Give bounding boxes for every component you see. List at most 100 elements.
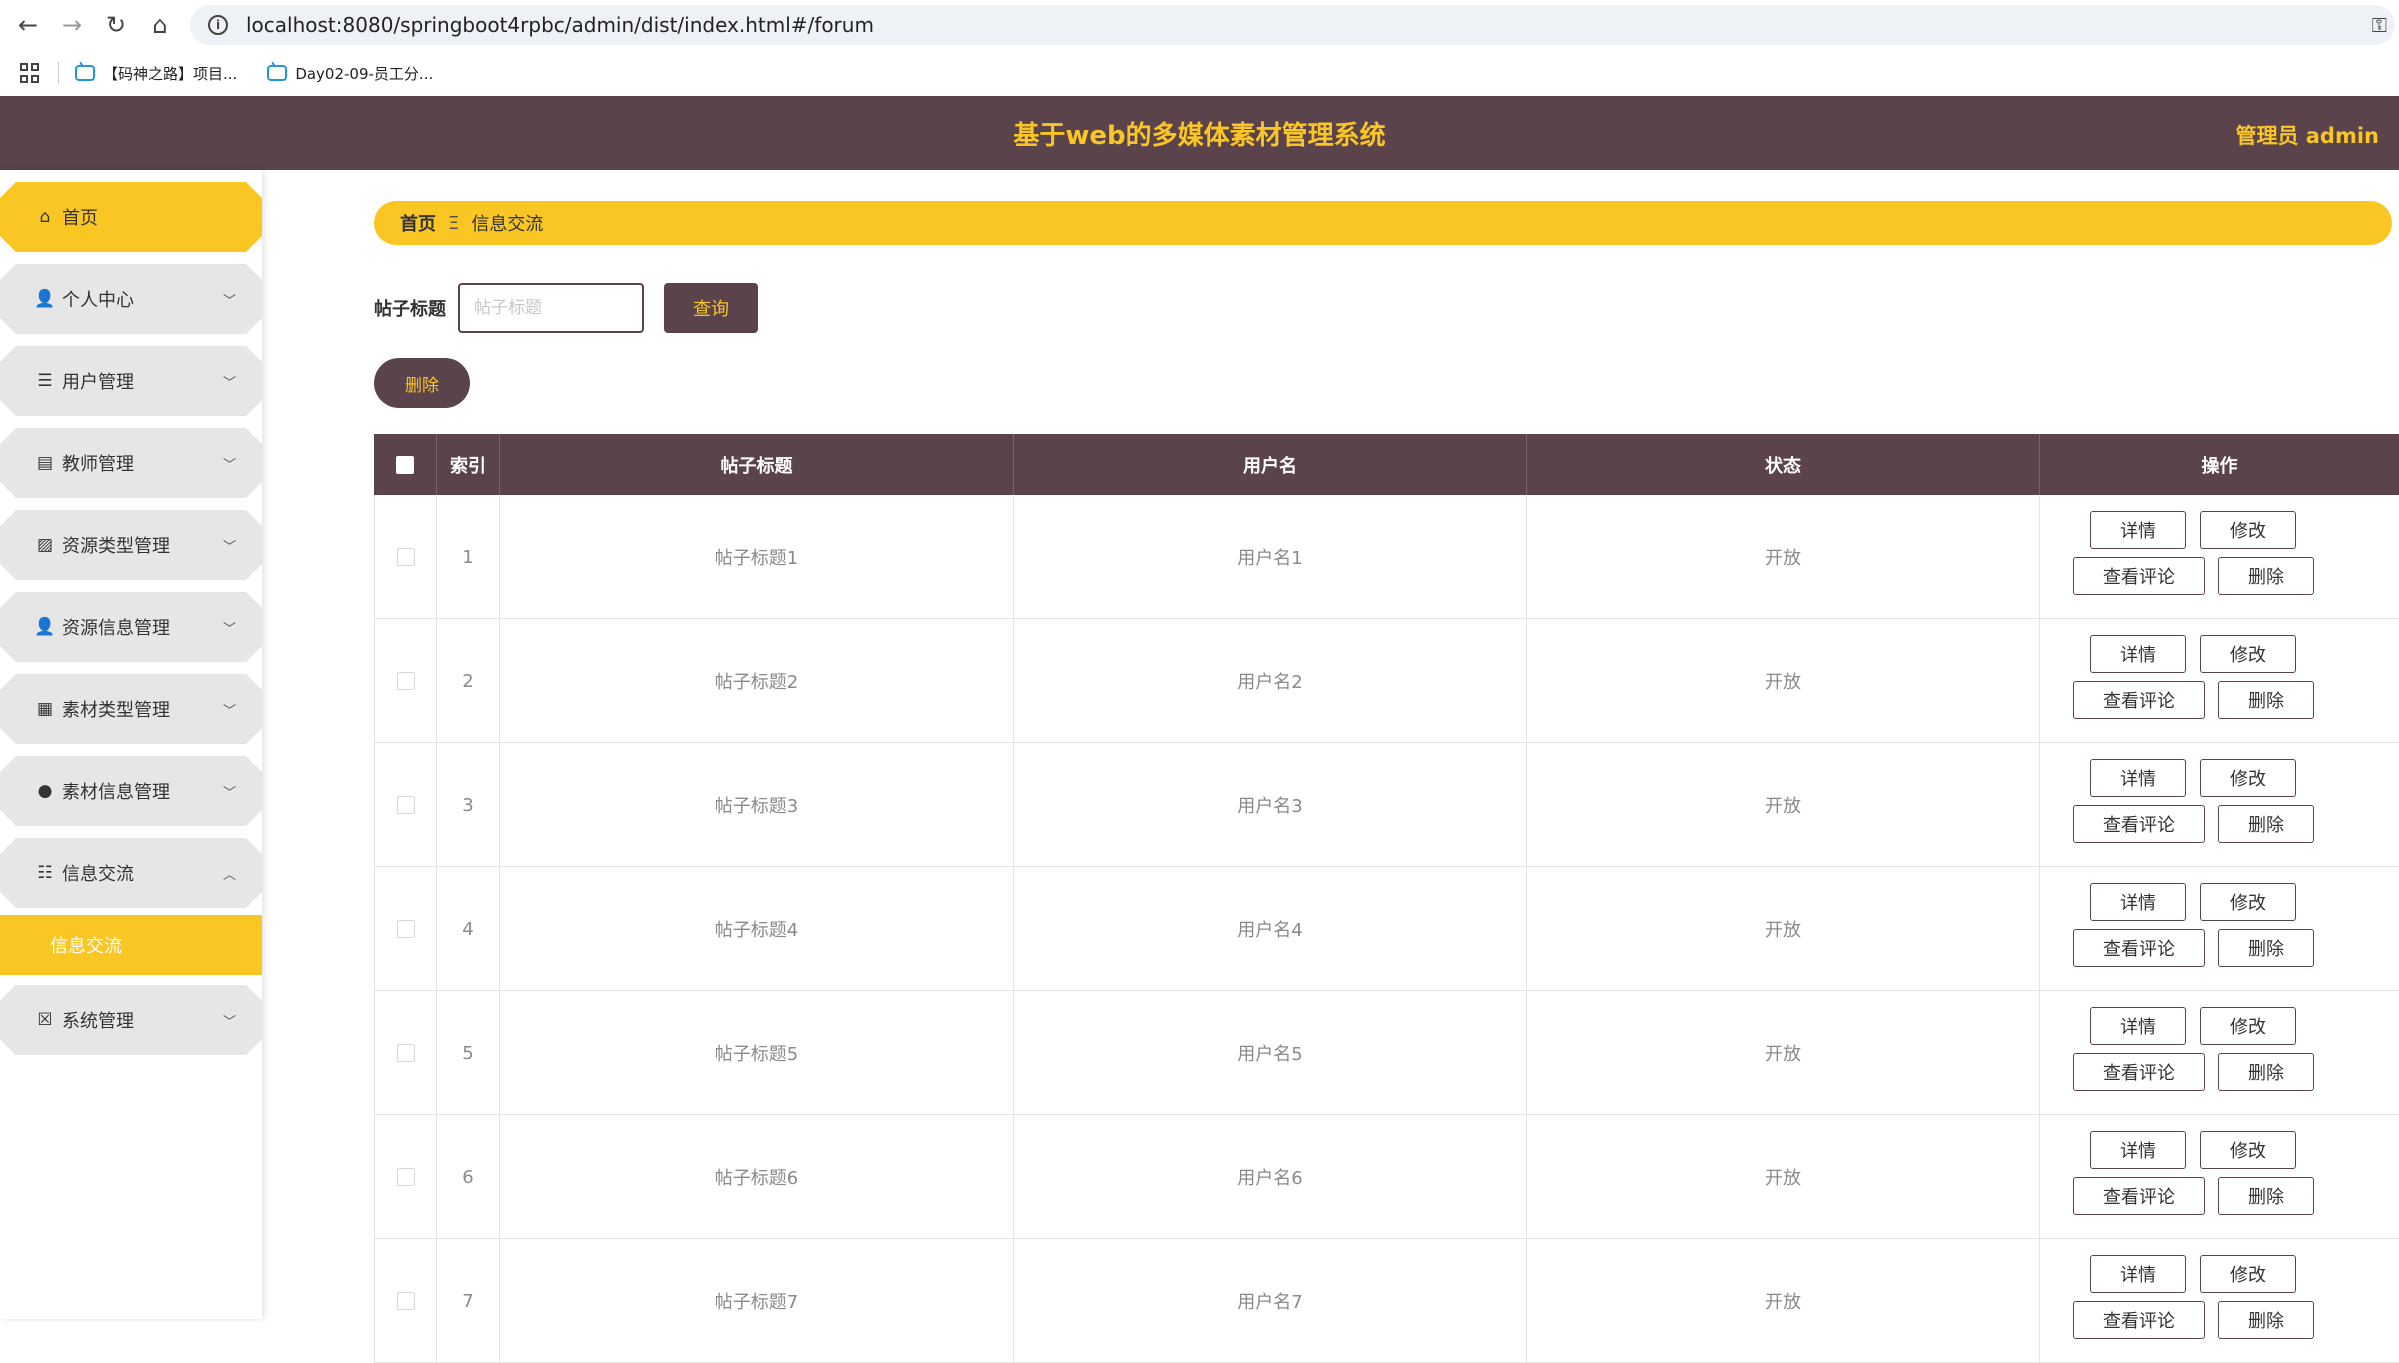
bookmark-item[interactable]: 【码神之路】项目... xyxy=(75,63,237,84)
row-select-cell xyxy=(374,991,437,1115)
edit-button[interactable]: 修改 xyxy=(2200,1255,2296,1293)
view-comments-button[interactable]: 查看评论 xyxy=(2073,929,2205,967)
header-select-all[interactable] xyxy=(374,434,437,495)
sidebar-item-home[interactable]: ⌂ 首页 xyxy=(0,182,262,252)
password-key-icon[interactable]: ⚿ xyxy=(2372,13,2387,37)
row-checkbox[interactable] xyxy=(396,548,415,566)
delete-button[interactable]: 删除 xyxy=(2218,1053,2314,1091)
detail-button[interactable]: 详情 xyxy=(2090,635,2186,673)
header-status: 状态 xyxy=(1527,434,2040,495)
submenu-item-forum[interactable]: 信息交流 xyxy=(0,915,262,975)
home-icon: ⌂ xyxy=(39,207,51,227)
site-info-icon[interactable]: i xyxy=(208,15,228,35)
breadcrumb-home[interactable]: 首页 xyxy=(400,210,436,236)
detail-button[interactable]: 详情 xyxy=(2090,1131,2186,1169)
user-icon: 👤 xyxy=(34,289,56,309)
row-title: 帖子标题6 xyxy=(500,1115,1014,1239)
chevron-down-icon: ﹀ xyxy=(222,458,236,473)
chevron-up-icon: ︿ xyxy=(222,868,236,883)
browser-toolbar: ← → ↻ ⌂ i localhost:8080/springboot4rpbc… xyxy=(0,0,2399,50)
delete-button[interactable]: 删除 xyxy=(2218,1177,2314,1215)
row-select-cell xyxy=(374,1115,437,1239)
sidebar-item-users[interactable]: ☰ 用户管理 ﹀ xyxy=(0,346,262,416)
address-bar[interactable]: i localhost:8080/springboot4rpbc/admin/d… xyxy=(190,5,2395,45)
bookmark-label: 【码神之路】项目... xyxy=(103,64,238,83)
breadcrumb-current: 信息交流 xyxy=(471,214,544,235)
delete-button[interactable]: 删除 xyxy=(2218,929,2314,967)
header-username: 用户名 xyxy=(1014,434,1527,495)
edit-button[interactable]: 修改 xyxy=(2200,883,2296,921)
row-status: 开放 xyxy=(1527,619,2040,743)
row-status: 开放 xyxy=(1527,1239,2040,1363)
user-label[interactable]: 管理员 admin xyxy=(2235,120,2379,150)
search-input[interactable] xyxy=(458,283,644,333)
sidebar-item-material-info[interactable]: ● 素材信息管理 ﹀ xyxy=(0,756,262,826)
batch-delete-button[interactable]: 删除 xyxy=(374,358,470,408)
query-button[interactable]: 查询 xyxy=(664,283,758,333)
view-comments-button[interactable]: 查看评论 xyxy=(2073,681,2205,719)
row-checkbox[interactable] xyxy=(396,1044,415,1062)
forward-icon[interactable]: → xyxy=(50,3,94,47)
clipboard-icon: ▤ xyxy=(36,453,54,473)
apps-grid-icon[interactable] xyxy=(20,63,40,83)
row-username: 用户名7 xyxy=(1014,1239,1527,1363)
edit-button[interactable]: 修改 xyxy=(2200,1131,2296,1169)
reload-icon[interactable]: ↻ xyxy=(94,3,138,47)
row-index: 6 xyxy=(437,1115,500,1239)
row-checkbox[interactable] xyxy=(396,672,415,690)
row-actions: 详情 修改查看评论 删除 xyxy=(2040,867,2399,991)
row-username: 用户名4 xyxy=(1014,867,1527,991)
detail-button[interactable]: 详情 xyxy=(2090,883,2186,921)
row-checkbox[interactable] xyxy=(396,1292,415,1310)
delete-button[interactable]: 删除 xyxy=(2218,1301,2314,1339)
delete-button[interactable]: 删除 xyxy=(2218,805,2314,843)
row-username: 用户名5 xyxy=(1014,991,1527,1115)
submenu-item-label: 信息交流 xyxy=(50,936,122,957)
sidebar-item-system[interactable]: ☒ 系统管理 ﹀ xyxy=(0,985,262,1055)
sidebar-item-label: 信息交流 xyxy=(62,864,134,885)
home-browser-icon[interactable]: ⌂ xyxy=(138,3,182,47)
bookmarks-bar: 【码神之路】项目... Day02-09-员工分... xyxy=(0,50,2399,96)
row-checkbox[interactable] xyxy=(396,796,415,814)
bulb-icon: ● xyxy=(37,781,53,801)
breadcrumb-separator: Ξ xyxy=(448,212,460,234)
row-username: 用户名2 xyxy=(1014,619,1527,743)
detail-button[interactable]: 详情 xyxy=(2090,1255,2186,1293)
view-comments-button[interactable]: 查看评论 xyxy=(2073,1177,2205,1215)
edit-button[interactable]: 修改 xyxy=(2200,511,2296,549)
bookmark-item[interactable]: Day02-09-员工分... xyxy=(267,63,433,84)
row-status: 开放 xyxy=(1527,495,2040,619)
row-checkbox[interactable] xyxy=(396,1168,415,1186)
view-comments-button[interactable]: 查看评论 xyxy=(2073,805,2205,843)
view-comments-button[interactable]: 查看评论 xyxy=(2073,557,2205,595)
row-checkbox[interactable] xyxy=(396,920,415,938)
address-url[interactable]: localhost:8080/springboot4rpbc/admin/dis… xyxy=(246,13,874,37)
detail-button[interactable]: 详情 xyxy=(2090,759,2186,797)
detail-button[interactable]: 详情 xyxy=(2090,511,2186,549)
back-icon[interactable]: ← xyxy=(6,3,50,47)
edit-button[interactable]: 修改 xyxy=(2200,635,2296,673)
sidebar-item-resource-types[interactable]: ▨ 资源类型管理 ﹀ xyxy=(0,510,262,580)
sidebar-item-material-types[interactable]: ▦ 素材类型管理 ﹀ xyxy=(0,674,262,744)
view-comments-button[interactable]: 查看评论 xyxy=(2073,1301,2205,1339)
sidebar-item-label: 素材类型管理 xyxy=(62,700,170,721)
delete-button[interactable]: 删除 xyxy=(2218,681,2314,719)
header-actions: 操作 xyxy=(2201,455,2238,477)
edit-button[interactable]: 修改 xyxy=(2200,759,2296,797)
select-all-checkbox[interactable] xyxy=(396,455,414,474)
edit-button[interactable]: 修改 xyxy=(2200,1007,2296,1045)
table-row: 7 帖子标题7 用户名7 开放 详情 修改 查看评论 删除 xyxy=(374,1239,2399,1363)
detail-button[interactable]: 详情 xyxy=(2090,1007,2186,1045)
table-row: 4 帖子标题4 用户名4 开放 详情 修改 查看评论 删除 xyxy=(374,867,2399,991)
row-actions: 详情 修改查看评论 删除 xyxy=(2040,619,2399,743)
chevron-down-icon: ﹀ xyxy=(222,704,236,719)
table-row: 6 帖子标题6 用户名6 开放 详情 修改 查看评论 删除 xyxy=(374,1115,2399,1239)
view-comments-button[interactable]: 查看评论 xyxy=(2073,1053,2205,1091)
sidebar: ⌂ 首页 👤 个人中心 ﹀ ☰ 用户管理 ﹀ ▤ 教师管理 ﹀ ▨ 资源类型管理… xyxy=(0,170,262,1319)
sidebar-item-forum[interactable]: ☷ 信息交流 ︿ xyxy=(0,838,262,908)
sidebar-item-resource-info[interactable]: 👤 资源信息管理 ﹀ xyxy=(0,592,262,662)
row-index: 7 xyxy=(437,1239,500,1363)
delete-button[interactable]: 删除 xyxy=(2218,557,2314,595)
sidebar-item-teachers[interactable]: ▤ 教师管理 ﹀ xyxy=(0,428,262,498)
sidebar-item-profile[interactable]: 👤 个人中心 ﹀ xyxy=(0,264,262,334)
